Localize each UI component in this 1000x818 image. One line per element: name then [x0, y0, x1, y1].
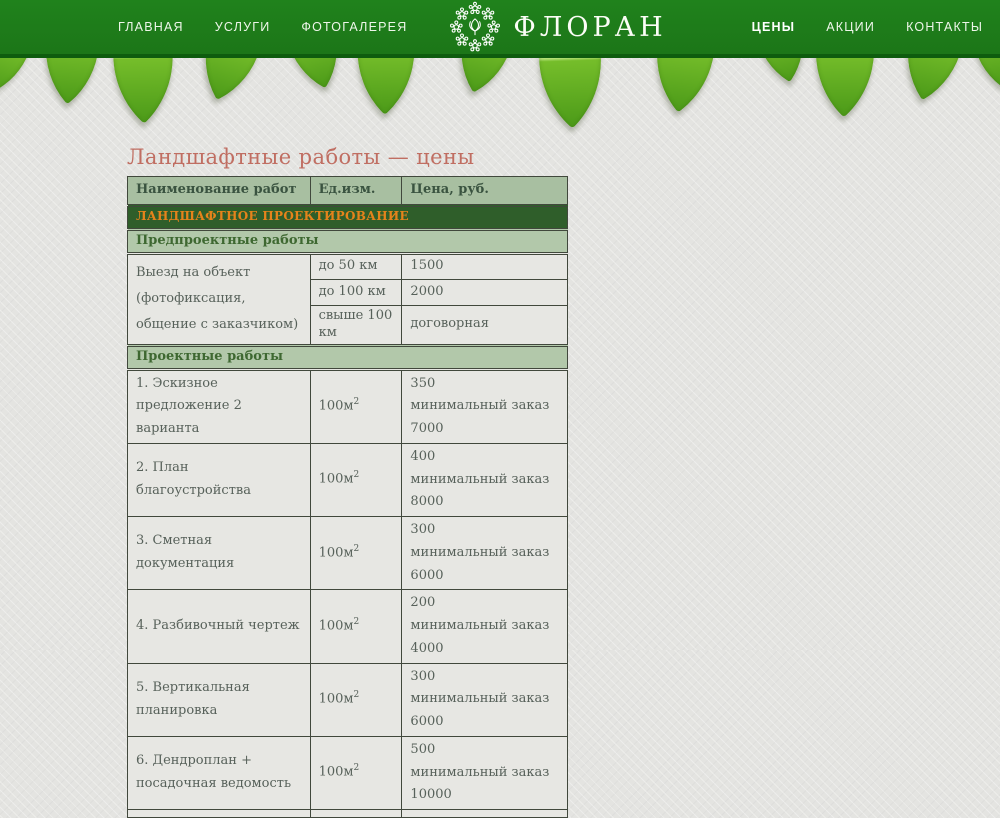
price-note: минимальный заказ 10000: [410, 762, 559, 808]
service-name-cell: 6. Дендроплан + посадочная ведомость: [128, 736, 311, 809]
price-note: минимальный заказ 8000: [410, 469, 559, 515]
price-table: Наименование работ Ед.изм. Цена, руб. ЛА…: [127, 176, 568, 818]
unit-cell: 100м2: [310, 663, 402, 736]
nav-item-tseny[interactable]: ЦЕНЫ: [752, 20, 796, 34]
service-name-cell: [128, 810, 311, 818]
unit-cell: свыше 100 км: [310, 305, 402, 345]
unit-cell: 100м2: [310, 590, 402, 663]
nav-item-fotogalereya[interactable]: ФОТОГАЛЕРЕЯ: [301, 20, 407, 34]
table-row: 1. Эскизное предложение 2 варианта 100м2…: [128, 369, 568, 443]
unit-cell: 100м2: [310, 369, 402, 443]
price-cell: 400 минимальный заказ 8000: [402, 443, 568, 516]
table-row: 4. Разбивочный чертеж 100м2 200 минималь…: [128, 590, 568, 663]
price-value: 300: [410, 669, 435, 684]
price-cell: 2000: [402, 279, 568, 305]
price-cell: 350 минимальный заказ 7000: [402, 369, 568, 443]
price-value: 400: [410, 449, 435, 464]
table-row: [128, 810, 568, 818]
price-cell: 300 минимальный заказ 6000: [402, 663, 568, 736]
main-content: Ландшафтные работы — цены Наименование р…: [127, 145, 568, 818]
service-name-cell: Выезд на объект (фотофиксация, общение с…: [128, 253, 311, 345]
price-note: минимальный заказ 6000: [410, 542, 559, 588]
price-value: 500: [410, 742, 435, 757]
table-row: Выезд на объект (фотофиксация, общение с…: [128, 253, 568, 279]
section-title: ЛАНДШАФТНОЕ ПРОЕКТИРОВАНИЕ: [128, 205, 568, 229]
service-name-cell: 1. Эскизное предложение 2 варианта: [128, 369, 311, 443]
nav-item-glavnaya[interactable]: ГЛАВНАЯ: [118, 20, 184, 34]
service-name-cell: 5. Вертикальная планировка: [128, 663, 311, 736]
table-row: 5. Вертикальная планировка 100м2 300 мин…: [128, 663, 568, 736]
table-row: 3. Сметная документация 100м2 300 минима…: [128, 517, 568, 590]
price-note: минимальный заказ 6000: [410, 688, 559, 734]
col-header-price: Цена, руб.: [402, 177, 568, 206]
unit-cell: [310, 810, 402, 818]
section-header-row: ЛАНДШАФТНОЕ ПРОЕКТИРОВАНИЕ: [128, 205, 568, 229]
subheader-row-design: Проектные работы: [128, 345, 568, 369]
nav-right: ЦЕНЫ АКЦИИ КОНТАКТЫ: [752, 20, 983, 34]
col-header-unit: Ед.изм.: [310, 177, 402, 206]
price-value: 350: [410, 376, 435, 391]
logo-text: ФЛОРАН: [513, 12, 666, 43]
nav-item-aktsii[interactable]: АКЦИИ: [826, 20, 875, 34]
price-cell: договорная: [402, 305, 568, 345]
service-name-cell: 4. Разбивочный чертеж: [128, 590, 311, 663]
table-row: 2. План благоустройства 100м2 400 минима…: [128, 443, 568, 516]
price-cell: 1500: [402, 253, 568, 279]
top-bar: ГЛАВНАЯ УСЛУГИ ФОТОГАЛЕРЕЯ: [0, 0, 1000, 58]
price-value: 300: [410, 522, 435, 537]
price-note: минимальный заказ 4000: [410, 615, 559, 661]
price-cell: 300 минимальный заказ 6000: [402, 517, 568, 590]
nav-item-uslugi[interactable]: УСЛУГИ: [215, 20, 271, 34]
unit-cell: 100м2: [310, 736, 402, 809]
subheader-design: Проектные работы: [128, 345, 568, 369]
price-note: минимальный заказ 7000: [410, 395, 559, 441]
col-header-name: Наименование работ: [128, 177, 311, 206]
table-row: 6. Дендроплан + посадочная ведомость 100…: [128, 736, 568, 809]
price-value: 200: [410, 595, 435, 610]
price-cell: 500 минимальный заказ 10000: [402, 736, 568, 809]
unit-cell: до 50 км: [310, 253, 402, 279]
unit-cell: до 100 км: [310, 279, 402, 305]
subheader-predesign: Предпроектные работы: [128, 229, 568, 253]
unit-cell: 100м2: [310, 443, 402, 516]
table-header-row: Наименование работ Ед.изм. Цена, руб.: [128, 177, 568, 206]
unit-cell: 100м2: [310, 517, 402, 590]
service-name-cell: 3. Сметная документация: [128, 517, 311, 590]
price-cell: [402, 810, 568, 818]
logo[interactable]: ФЛОРАН: [449, 1, 666, 53]
price-cell: 200 минимальный заказ 4000: [402, 590, 568, 663]
nav-left: ГЛАВНАЯ УСЛУГИ ФОТОГАЛЕРЕЯ: [118, 20, 407, 34]
subheader-row-predesign: Предпроектные работы: [128, 229, 568, 253]
floral-wreath-icon: [449, 1, 501, 53]
page-title: Ландшафтные работы — цены: [127, 145, 568, 169]
nav-item-kontakty[interactable]: КОНТАКТЫ: [906, 20, 983, 34]
service-name-cell: 2. План благоустройства: [128, 443, 311, 516]
